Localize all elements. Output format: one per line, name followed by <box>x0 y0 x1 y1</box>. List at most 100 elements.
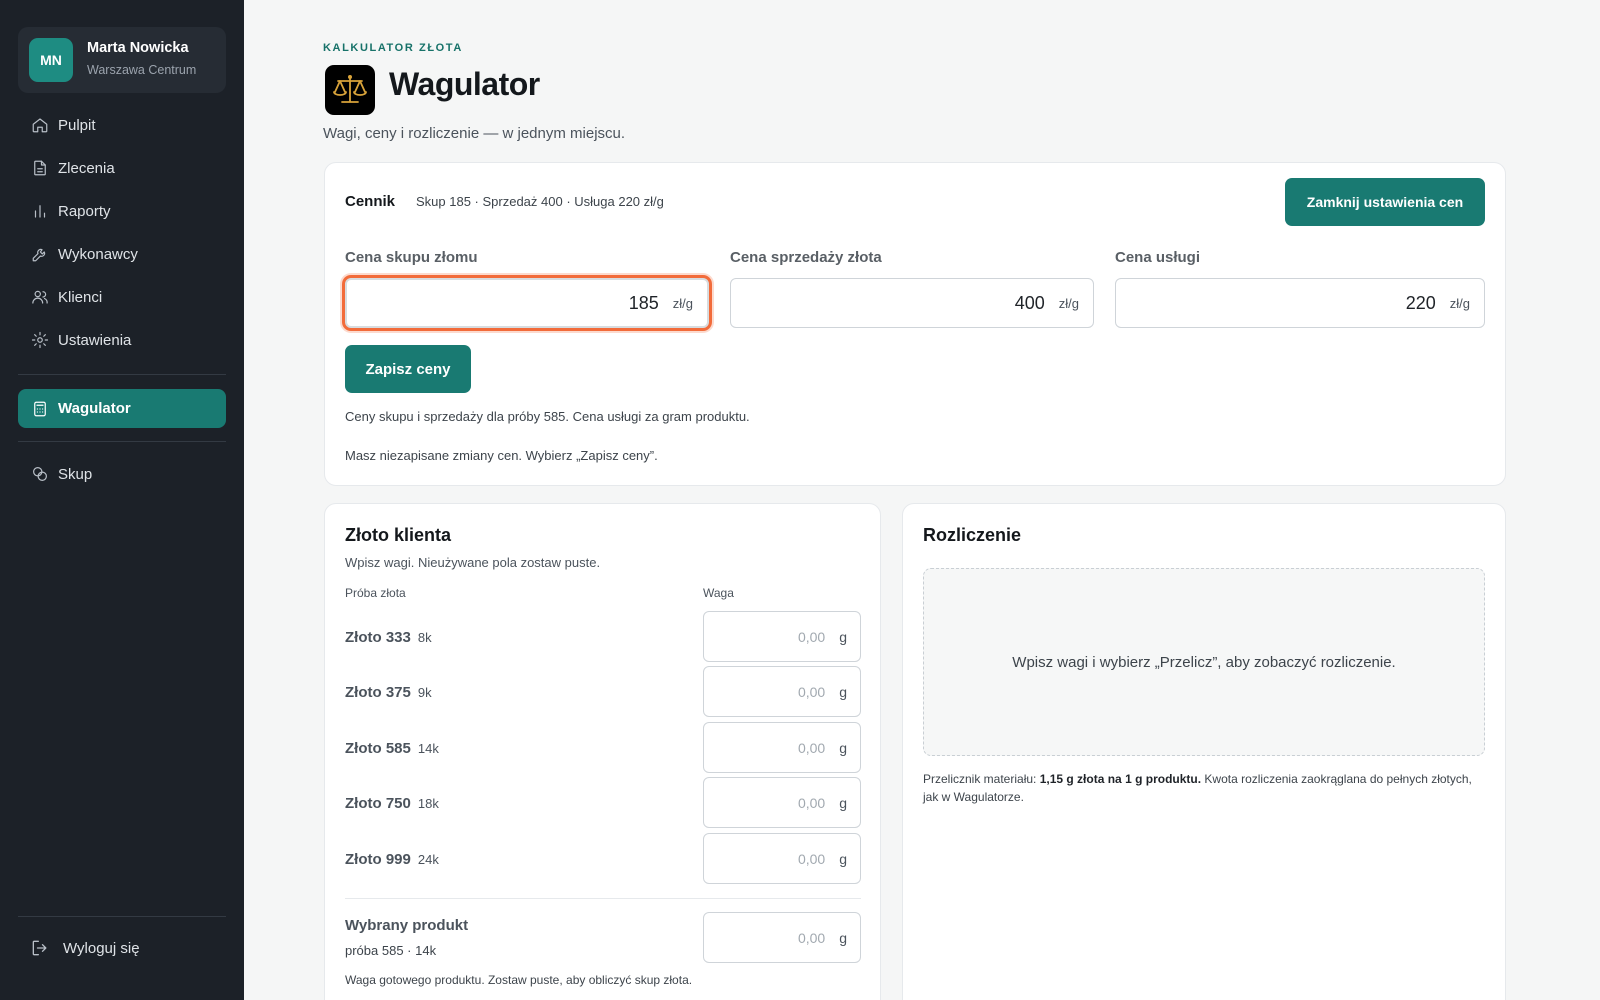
weight-input-375[interactable]: 0,00 g <box>703 666 861 717</box>
client-gold-subtitle: Wpisz wagi. Nieużywane pola zostaw puste… <box>345 555 601 570</box>
home-icon <box>31 116 49 134</box>
gold-assay-name: Złoto 375 <box>345 684 411 701</box>
gold-row-label: Złoto 999 24k <box>345 851 439 868</box>
product-note: Waga gotowego produktu. Zostaw puste, ab… <box>345 973 693 987</box>
settlement-empty-state: Wpisz wagi i wybierz „Przelicz”, aby zob… <box>923 568 1485 756</box>
weight-input-585[interactable]: 0,00 g <box>703 722 861 773</box>
gold-row-label: Złoto 750 18k <box>345 795 439 812</box>
sidebar-item-label: Wagulator <box>58 400 131 417</box>
sidebar-item-label: Wykonawcy <box>58 245 138 263</box>
sidebar-item-label: Klienci <box>58 288 103 306</box>
calculator-icon <box>31 400 49 418</box>
user-card[interactable]: MN Marta Nowicka Warszawa Centrum <box>18 27 226 93</box>
client-gold-title: Złoto klienta <box>345 525 452 545</box>
sidebar-item-label: Ustawienia <box>58 331 132 349</box>
weight-unit: g <box>839 929 847 946</box>
gold-karat: 24k <box>417 852 439 867</box>
logout-button[interactable]: Wyloguj się <box>30 938 140 958</box>
price-list-label: Cennik <box>345 193 396 210</box>
save-prices-button[interactable]: Zapisz ceny <box>345 345 471 393</box>
field-unit: zł/g <box>672 295 693 311</box>
sidebar-item-label: Skup <box>58 465 93 483</box>
field-unit: zł/g <box>1058 295 1079 311</box>
sidebar-item-klienci[interactable]: Klienci <box>18 279 226 315</box>
sidebar-item-wykonawcy[interactable]: Wykonawcy <box>18 236 226 272</box>
gear-icon <box>31 331 49 349</box>
sidebar-divider <box>18 916 226 917</box>
user-location: Warszawa Centrum <box>87 63 197 77</box>
close-price-settings-button[interactable]: Zamknij ustawienia cen <box>1285 178 1485 226</box>
product-meta: próba 585 · 14k <box>345 943 437 958</box>
sidebar-item-label: Zlecenia <box>58 159 115 177</box>
avatar: MN <box>29 38 73 82</box>
field-unit: zł/g <box>1449 295 1470 311</box>
weight-placeholder: 0,00 <box>797 850 826 867</box>
weight-unit: g <box>839 628 847 645</box>
weight-unit: g <box>839 683 847 700</box>
price-summary: Skup 185 · Sprzedaż 400 · Usługa 220 zł/… <box>416 194 664 209</box>
gold-assay-name: Złoto 333 <box>345 629 411 646</box>
chart-icon <box>31 202 49 220</box>
weight-placeholder: 0,00 <box>797 794 826 811</box>
wrench-icon <box>31 245 49 263</box>
unsaved-changes-note: Masz niezapisane zmiany cen. Wybierz „Za… <box>345 448 658 463</box>
sale-price-label: Cena sprzedaży złota <box>730 249 882 266</box>
sidebar-item-pulpit[interactable]: Pulpit <box>18 107 226 143</box>
logout-icon <box>32 940 47 956</box>
settlement-note-bold: 1,15 g złota na 1 g produktu. <box>1039 772 1202 786</box>
sidebar-divider <box>18 441 226 442</box>
weight-unit: g <box>839 794 847 811</box>
gold-row-label: Złoto 585 14k <box>345 740 439 757</box>
page-subtitle: Wagi, ceny i rozliczenie — w jednym miej… <box>323 125 626 142</box>
sidebar-item-raporty[interactable]: Raporty <box>18 193 226 229</box>
weight-input-999[interactable]: 0,00 g <box>703 833 861 884</box>
weight-placeholder: 0,00 <box>797 628 826 645</box>
gold-karat: 14k <box>417 741 439 756</box>
document-icon <box>31 159 49 177</box>
sale-price-field[interactable]: 400 zł/g <box>730 278 1094 328</box>
page-eyebrow: KALKULATOR ZŁOTA <box>323 42 463 54</box>
price-note: Ceny skupu i sprzedaży dla próby 585. Ce… <box>345 409 750 424</box>
product-weight-input[interactable]: 0,00 g <box>703 912 861 963</box>
settlement-empty-text: Wpisz wagi i wybierz „Przelicz”, aby zob… <box>1012 653 1396 671</box>
coins-icon <box>31 465 49 483</box>
column-header-assay: Próba złota <box>345 586 406 600</box>
sidebar-item-label: Pulpit <box>58 116 96 134</box>
weight-input-750[interactable]: 0,00 g <box>703 777 861 828</box>
user-name: Marta Nowicka <box>87 40 189 56</box>
gold-row-label: Złoto 333 8k <box>345 629 432 646</box>
weight-placeholder: 0,00 <box>797 929 826 946</box>
settlement-title: Rozliczenie <box>923 525 1022 545</box>
gold-assay-name: Złoto 585 <box>345 740 411 757</box>
service-price-label: Cena usługi <box>1115 249 1201 266</box>
logout-label: Wyloguj się <box>63 939 140 957</box>
weight-placeholder: 0,00 <box>797 683 826 700</box>
sidebar: MN Marta Nowicka Warszawa Centrum Pulpit… <box>0 0 244 1000</box>
section-divider <box>345 898 861 899</box>
column-header-weight: Waga <box>703 586 734 600</box>
sidebar-item-skup[interactable]: Skup <box>18 456 226 492</box>
product-name: Wybrany produkt <box>345 917 469 934</box>
scrap-price-label: Cena skupu złomu <box>345 249 478 266</box>
page-title: Wagulator <box>389 66 540 102</box>
sidebar-item-ustawienia[interactable]: Ustawienia <box>18 322 226 358</box>
service-price-field[interactable]: 220 zł/g <box>1115 278 1485 328</box>
weight-unit: g <box>839 739 847 756</box>
weight-input-333[interactable]: 0,00 g <box>703 611 861 662</box>
settlement-card: Rozliczenie Wpisz wagi i wybierz „Przeli… <box>902 503 1506 1000</box>
gold-karat: 9k <box>417 685 432 700</box>
sidebar-item-label: Raporty <box>58 202 111 220</box>
field-value: 220 <box>1405 292 1436 313</box>
field-value: 400 <box>1014 292 1045 313</box>
gold-assay-name: Złoto 999 <box>345 851 411 868</box>
gold-karat: 8k <box>417 630 432 645</box>
sidebar-item-wagulator[interactable]: Wagulator <box>18 389 226 428</box>
sidebar-item-zlecenia[interactable]: Zlecenia <box>18 150 226 186</box>
settlement-note: Przelicznik materiału: 1,15 g złota na 1… <box>923 770 1485 806</box>
scrap-price-field[interactable]: 185 zł/g <box>345 278 709 328</box>
gold-assay-name: Złoto 750 <box>345 795 411 812</box>
users-icon <box>31 288 49 306</box>
sidebar-divider <box>18 374 226 375</box>
gold-karat: 18k <box>417 796 439 811</box>
gold-row-label: Złoto 375 9k <box>345 684 432 701</box>
